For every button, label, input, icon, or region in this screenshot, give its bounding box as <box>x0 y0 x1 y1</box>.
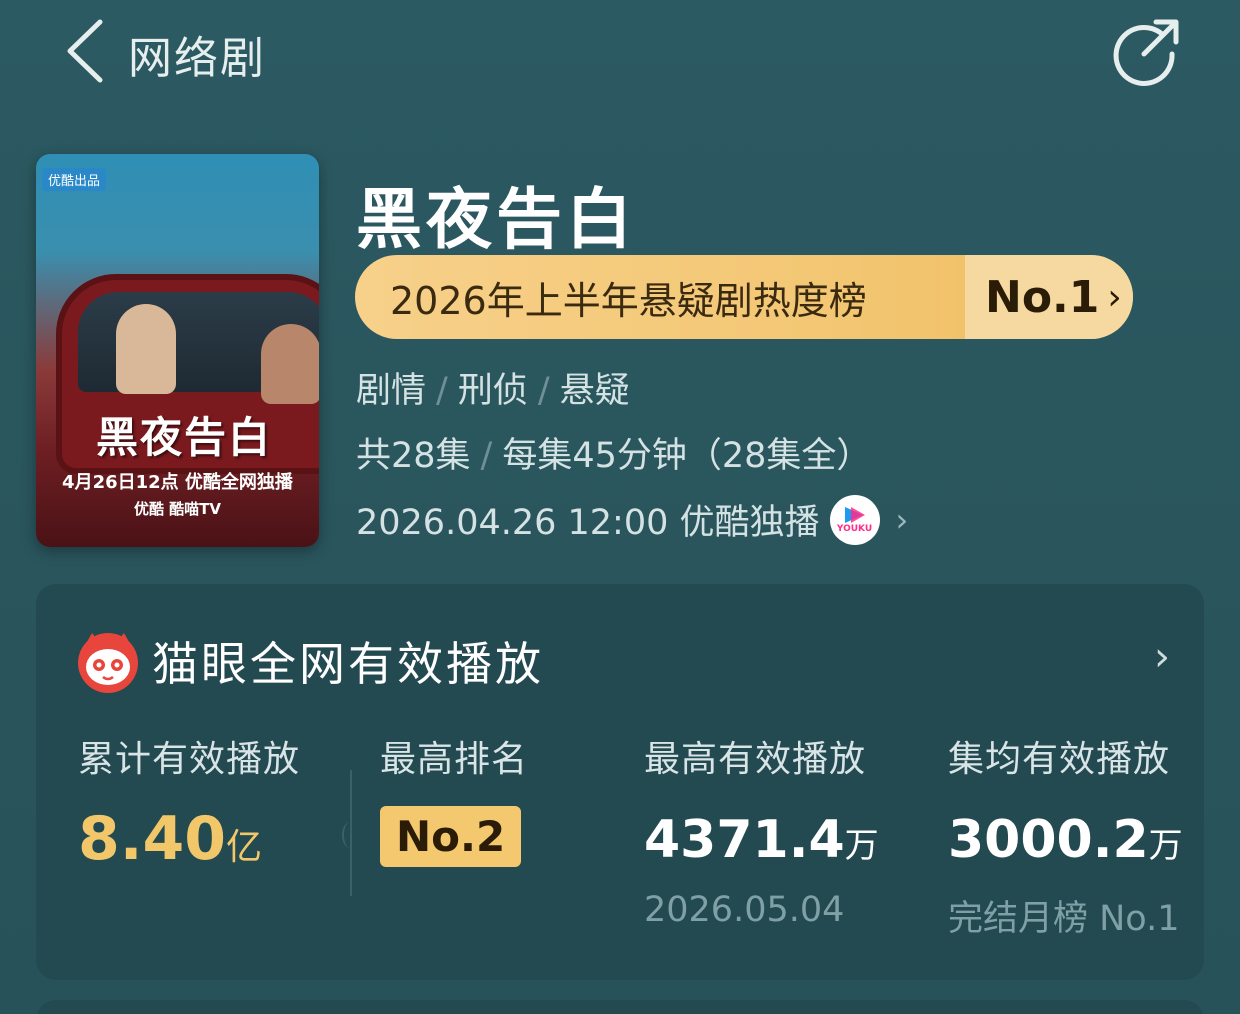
genre-tag: 剧情 <box>356 371 427 411</box>
episode-info: 共28集 / 每集45分钟（28集全） <box>356 427 871 478</box>
show-title: 黑夜告白 <box>356 181 636 258</box>
next-card-edge <box>36 1000 1204 1014</box>
stat-highest-rank: 最高排名 No.2 <box>380 730 529 867</box>
stat-value: 3000.2万 <box>948 810 1183 870</box>
poster-actor-right <box>261 324 319 404</box>
youku-logo-text: YOUKU <box>836 524 873 534</box>
poster-date-line: 4月26日12点 优酷全网独播 <box>62 472 293 493</box>
ranking-value: No.1 <box>985 271 1100 323</box>
chevron-right-icon: › <box>1107 276 1122 318</box>
divider-notch <box>342 822 358 848</box>
top-bar: 网络剧 <box>0 0 1240 110</box>
genre-tags: 剧情 / 刑侦 / 悬疑 <box>356 362 630 413</box>
maoyan-title: 猫眼全网有效播放 <box>152 637 544 691</box>
stat-value: 4371.4万 <box>644 810 879 870</box>
separator: / <box>480 436 493 476</box>
poster-title-calligraphy: 黑夜告白 <box>96 413 273 462</box>
maoyan-header[interactable]: 猫眼全网有效播放 <box>76 628 544 694</box>
stat-label: 集均有效播放 <box>948 739 1171 780</box>
stat-date: 2026.05.04 <box>644 890 845 930</box>
back-button[interactable] <box>62 18 112 84</box>
stat-value: No.2 <box>380 806 522 867</box>
stat-number: 8.40 <box>78 804 227 874</box>
show-poster[interactable]: 优酷出品 黑夜告白 4月26日12点 优酷全网独播 优酷 酷喵TV <box>36 154 319 547</box>
stat-label: 最高排名 <box>380 739 529 780</box>
poster-platforms: 优酷 酷喵TV <box>133 500 222 518</box>
youku-icon: YOUKU <box>829 494 880 545</box>
release-row[interactable]: 2026.04.26 12:00 优酷独播 YOUKU › <box>356 494 908 545</box>
rank-badge: No.2 <box>380 806 522 867</box>
maoyan-card: 猫眼全网有效播放 › 累计有效播放 8.40亿 最高排名 No.2 最高有效播放… <box>36 584 1204 980</box>
share-button[interactable] <box>1108 14 1184 90</box>
stat-number: 4371.4 <box>644 810 845 870</box>
stat-unit: 万 <box>844 826 879 866</box>
stat-label: 最高有效播放 <box>644 739 867 780</box>
stat-monthly-rank: 完结月榜 No.1 <box>948 899 1180 939</box>
stat-value: 8.40亿 <box>78 804 262 874</box>
stat-total-plays: 累计有效播放 8.40亿 <box>78 730 301 874</box>
ranking-label: 2026年上半年悬疑剧热度榜 <box>390 278 867 323</box>
stat-unit: 亿 <box>226 827 263 868</box>
ranking-pill[interactable]: 2026年上半年悬疑剧热度榜 No.1 › <box>355 255 1133 339</box>
back-chevron-icon <box>67 19 103 83</box>
stat-avg-plays: 集均有效播放 3000.2万 完结月榜 No.1 <box>948 730 1183 939</box>
genre-tag: 刑侦 <box>457 371 528 411</box>
genre-tag: 悬疑 <box>559 371 630 411</box>
episode-duration: 每集45分钟（28集全） <box>502 436 872 476</box>
poster-actor-left <box>116 304 176 394</box>
chevron-right-icon: › <box>895 500 909 539</box>
chevron-right-icon[interactable]: › <box>1154 634 1170 680</box>
separator: / <box>436 371 448 411</box>
separator: / <box>537 371 550 411</box>
share-icon <box>1113 19 1179 86</box>
episode-count: 共28集 <box>356 436 471 476</box>
release-info: 2026.04.26 12:00 优酷独播 <box>356 503 820 543</box>
poster-badge: 优酷出品 <box>42 168 107 191</box>
stat-unit: 万 <box>1148 826 1183 866</box>
stat-peak-plays: 最高有效播放 4371.4万 2026.05.04 <box>644 730 879 930</box>
stat-label: 累计有效播放 <box>78 739 301 780</box>
maoyan-cat-icon <box>78 633 138 693</box>
stat-number: 3000.2 <box>948 810 1149 870</box>
ranking-value-box: No.1 › <box>965 255 1133 339</box>
page-title: 网络剧 <box>128 33 266 84</box>
